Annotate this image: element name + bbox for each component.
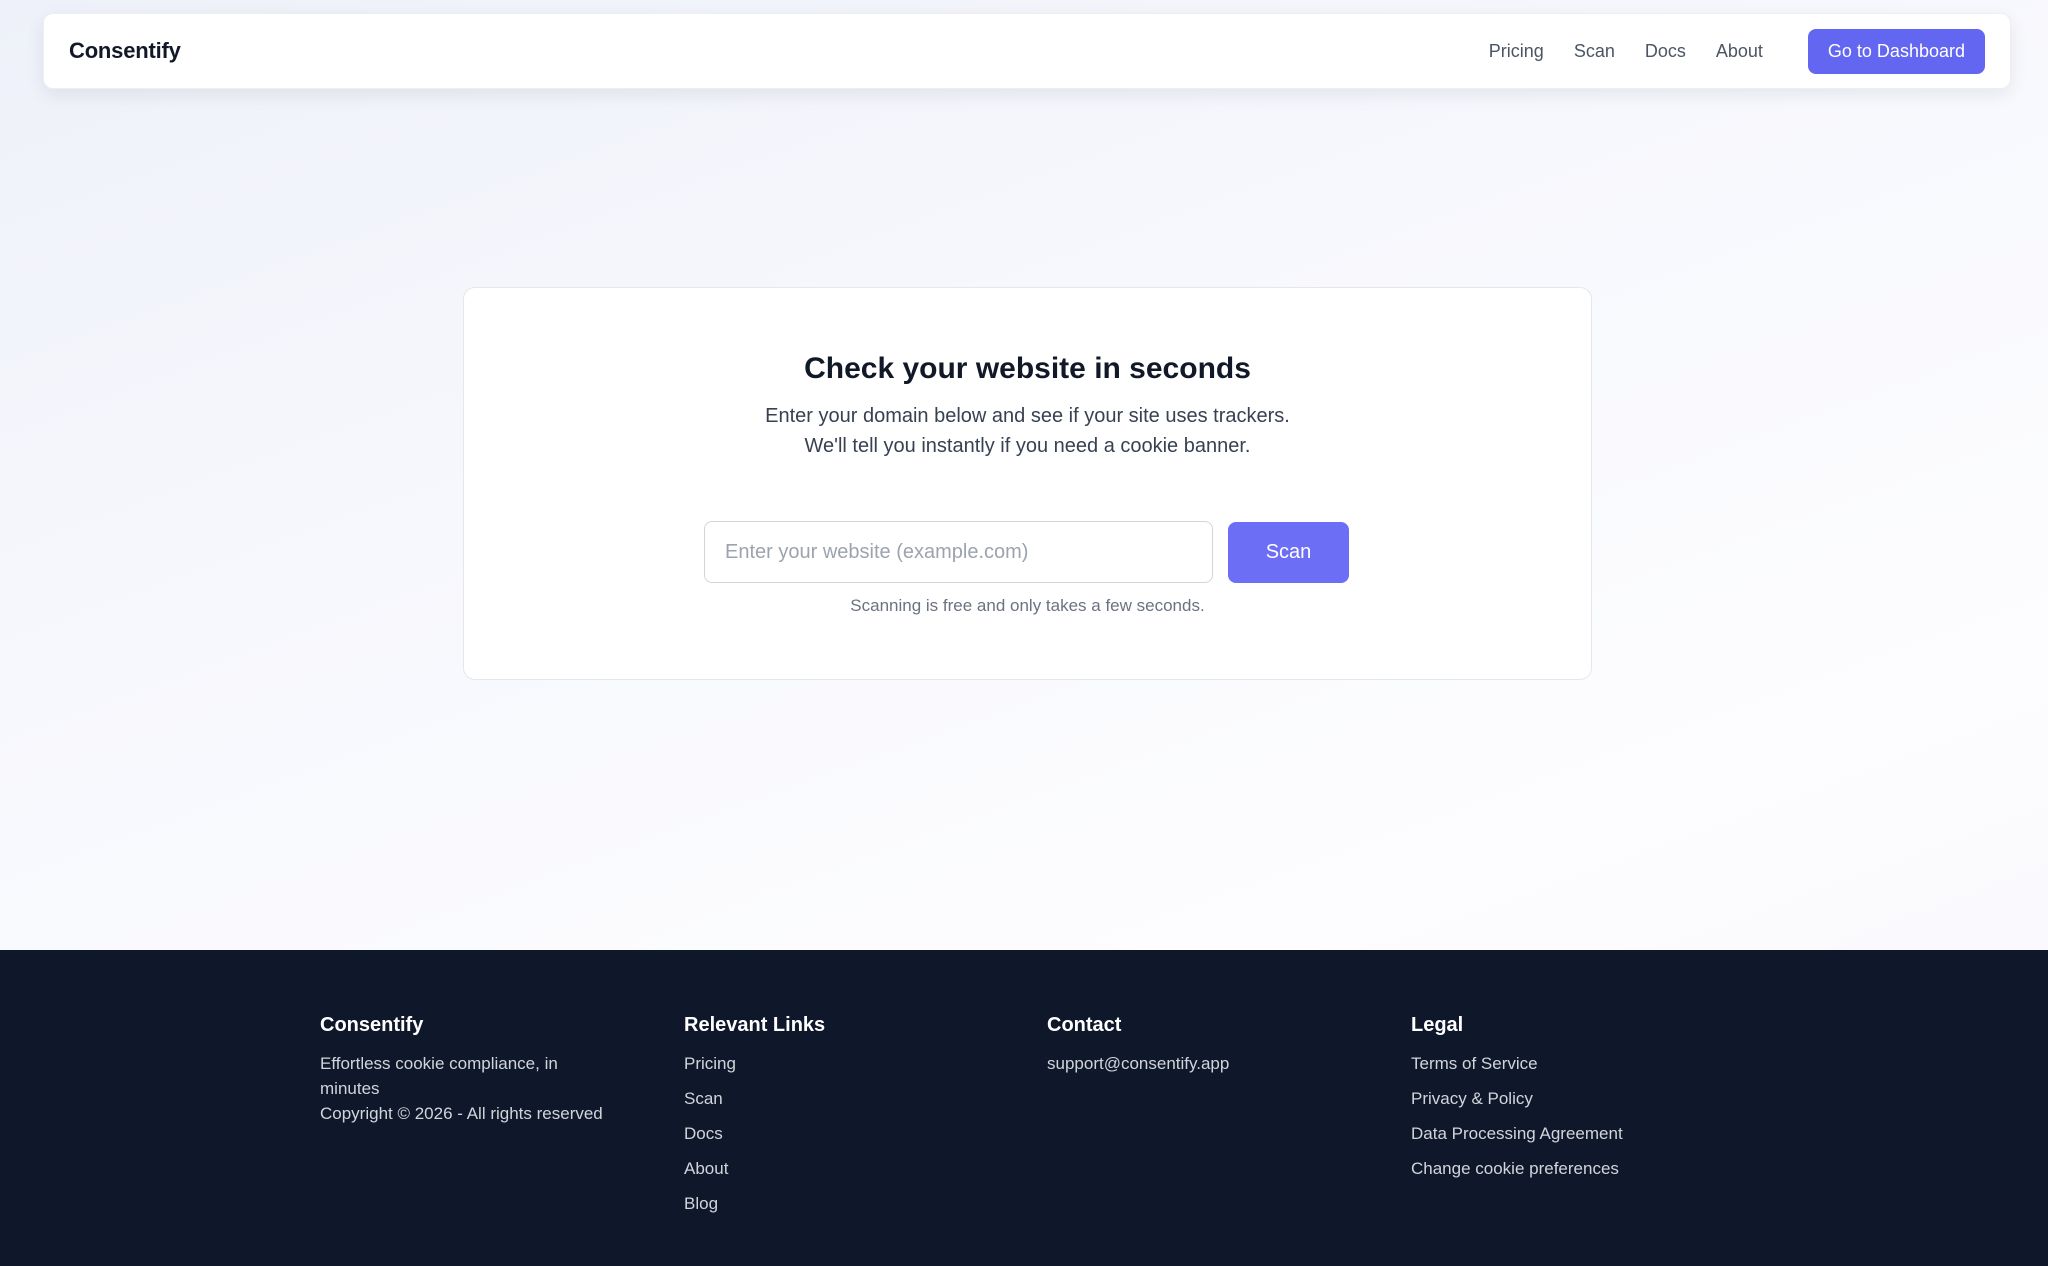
scan-button[interactable]: Scan xyxy=(1228,521,1349,583)
footer-link-scan[interactable]: Scan xyxy=(684,1086,825,1111)
scan-form: Scan xyxy=(704,521,1349,583)
page-title: Check your website in seconds xyxy=(804,352,1251,385)
nav-link-scan[interactable]: Scan xyxy=(1574,41,1615,62)
footer-link-blog[interactable]: Blog xyxy=(684,1191,825,1216)
footer-link-privacy[interactable]: Privacy & Policy xyxy=(1411,1086,1623,1111)
support-email-link[interactable]: support@consentify.app xyxy=(1047,1051,1229,1076)
nav-link-about[interactable]: About xyxy=(1716,41,1763,62)
site-footer: Consentify Effortless cookie compliance,… xyxy=(0,950,2048,1266)
footer-link-pricing[interactable]: Pricing xyxy=(684,1051,825,1076)
footer-copyright: Copyright © 2026 - All rights reserved xyxy=(320,1104,603,1123)
nav-links: Pricing Scan Docs About xyxy=(1489,41,1763,62)
hero-subtitle: Enter your domain below and see if your … xyxy=(464,401,1591,461)
footer-contact-heading: Contact xyxy=(1047,1014,1122,1036)
footer-link-cookie-preferences[interactable]: Change cookie preferences xyxy=(1411,1156,1623,1181)
hero-subtitle-line-1: Enter your domain below and see if your … xyxy=(765,405,1290,427)
footer-links-heading: Relevant Links xyxy=(684,1014,826,1036)
top-navbar: Consentify Pricing Scan Docs About Go to… xyxy=(43,13,2011,89)
footer-brand-heading: Consentify xyxy=(320,1014,424,1036)
website-url-input[interactable] xyxy=(704,521,1213,583)
brand-logo[interactable]: Consentify xyxy=(69,38,181,64)
footer-contact-column: Contact support@consentify.app xyxy=(1047,1014,1229,1076)
go-to-dashboard-button[interactable]: Go to Dashboard xyxy=(1807,28,1985,74)
hero-subtitle-line-2: We'll tell you instantly if you need a c… xyxy=(804,435,1251,457)
scan-card: Check your website in seconds Enter your… xyxy=(463,287,1592,680)
nav-link-pricing[interactable]: Pricing xyxy=(1489,41,1544,62)
footer-legal-column: Legal Terms of Service Privacy & Policy … xyxy=(1411,1014,1623,1191)
footer-links-column: Relevant Links Pricing Scan Docs About B… xyxy=(684,1014,825,1226)
scan-note: Scanning is free and only takes a few se… xyxy=(850,596,1205,615)
footer-link-docs[interactable]: Docs xyxy=(684,1121,825,1146)
footer-brand-column: Consentify Effortless cookie compliance,… xyxy=(320,1014,650,1126)
footer-link-about[interactable]: About xyxy=(684,1156,825,1181)
footer-link-terms[interactable]: Terms of Service xyxy=(1411,1051,1623,1076)
footer-legal-heading: Legal xyxy=(1411,1014,1464,1036)
nav-link-docs[interactable]: Docs xyxy=(1645,41,1686,62)
footer-tagline: Effortless cookie compliance, in minutes xyxy=(320,1054,558,1098)
footer-link-dpa[interactable]: Data Processing Agreement xyxy=(1411,1121,1623,1146)
